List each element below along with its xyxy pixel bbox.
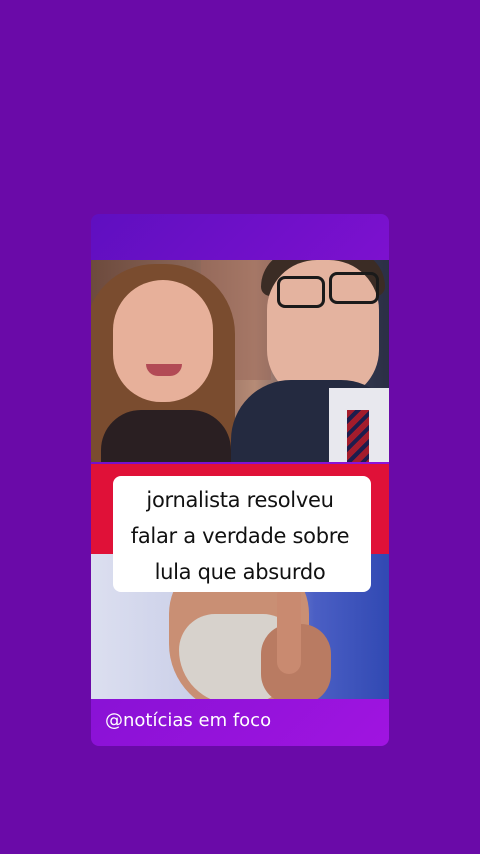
woman-face: [113, 280, 213, 402]
glasses-right-lens: [329, 272, 379, 304]
caption-line-3: lula que absurdo: [154, 560, 326, 584]
watermark-handle: @notícias em foco: [105, 710, 272, 731]
woman-body: [101, 410, 231, 462]
man-tie: [347, 410, 369, 462]
lula-finger: [277, 584, 301, 674]
top-photo: [91, 260, 389, 462]
video-card[interactable]: jornalista resolveu falar a verdade sobr…: [91, 214, 389, 746]
caption-line-1: jornalista resolveu: [146, 488, 334, 512]
caption-line-2: falar a verdade sobre: [130, 524, 350, 548]
glasses-left-lens: [277, 276, 325, 308]
